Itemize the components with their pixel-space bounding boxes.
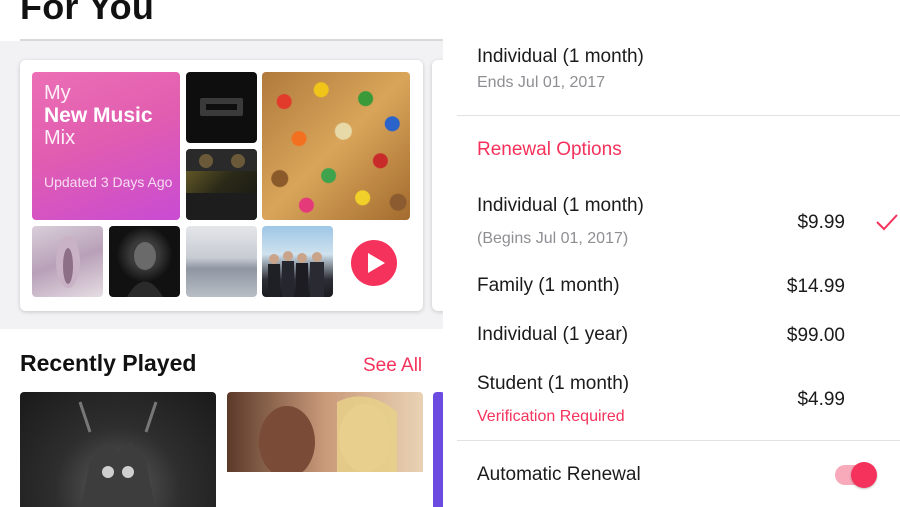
automatic-renewal-toggle[interactable] [835, 462, 877, 488]
section-divider [457, 115, 900, 116]
option-begins-date: (Begins Jul 01, 2017) [477, 230, 629, 247]
checkmark-icon [876, 214, 898, 231]
album-art-virginia[interactable] [262, 226, 333, 297]
option-price: $14.99 [786, 276, 845, 297]
automatic-renewal-label: Automatic Renewal [477, 464, 641, 485]
recently-played-heading: Recently Played [20, 350, 197, 376]
next-card-peek[interactable] [432, 60, 443, 311]
option-price: $9.99 [797, 212, 845, 233]
screen: For You My New Music Mix Updated 3 Days … [0, 0, 900, 507]
toggle-knob[interactable] [851, 462, 877, 488]
album-art-razor[interactable] [186, 72, 257, 143]
title-divider [20, 39, 443, 41]
recent-album-the-holiday[interactable] [227, 392, 423, 507]
renewal-option-family-month[interactable]: Family (1 month) $14.99 [477, 275, 900, 305]
for-you-panel: For You My New Music Mix Updated 3 Days … [0, 0, 443, 507]
section-divider [457, 440, 900, 441]
album-art-graphic [268, 251, 324, 297]
album-art-graphic [186, 149, 257, 220]
mix-title-line1: My [44, 82, 71, 104]
mix-title-line3: Mix [44, 127, 76, 149]
album-art-sea[interactable] [186, 226, 257, 297]
album-art-graphic [127, 242, 163, 297]
album-title-strip [227, 472, 423, 507]
verification-required-label: Verification Required [477, 408, 625, 425]
new-music-mix-card[interactable]: My New Music Mix Updated 3 Days Ago [20, 60, 423, 311]
album-art-vibe[interactable] [186, 149, 257, 220]
razor-blade-icon [200, 98, 243, 116]
album-art-angel[interactable] [32, 226, 103, 297]
renewal-option-student-month[interactable]: Student (1 month) Verification Required … [477, 373, 900, 433]
album-art-candy[interactable] [262, 72, 410, 220]
renewal-option-individual-year[interactable]: Individual (1 year) $99.00 [477, 324, 900, 354]
album-art-graphic [259, 396, 397, 472]
subscription-panel: Individual (1 month) Ends Jul 01, 2017 R… [443, 0, 900, 507]
renewal-option-individual-month[interactable]: Individual (1 month) (Begins Jul 01, 201… [477, 195, 900, 255]
current-plan-end-date: Ends Jul 01, 2017 [477, 74, 606, 91]
album-art-graphic [78, 401, 158, 507]
page-title: For You [20, 0, 155, 27]
mix-updated-label: Updated 3 Days Ago [44, 174, 173, 190]
current-plan-name: Individual (1 month) [477, 46, 644, 67]
next-album-peek[interactable] [433, 392, 443, 507]
album-art-graphic [56, 236, 80, 288]
option-price: $4.99 [797, 389, 845, 410]
option-price: $99.00 [786, 325, 845, 346]
mix-title-line2: New Music [44, 104, 153, 127]
recent-album-disclosure[interactable] [20, 392, 216, 507]
see-all-link[interactable]: See All [363, 355, 422, 377]
play-button[interactable] [351, 240, 397, 286]
album-art-josin[interactable] [109, 226, 180, 297]
renewal-options-header: Renewal Options [477, 139, 622, 160]
play-icon [368, 253, 385, 273]
mix-cover[interactable]: My New Music Mix Updated 3 Days Ago [32, 72, 180, 220]
